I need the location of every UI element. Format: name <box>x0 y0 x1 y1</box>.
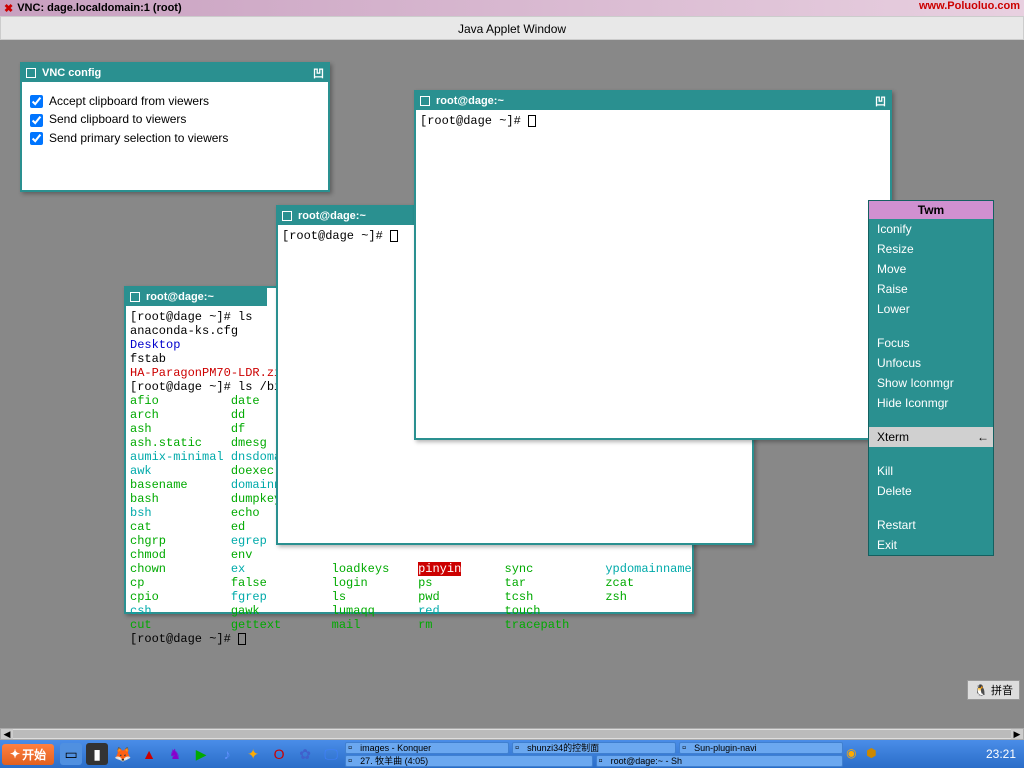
tray-icon[interactable]: ◉ <box>846 746 862 762</box>
twm-menu-item-hide-iconmgr[interactable]: Hide Iconmgr <box>869 393 993 413</box>
terminal1-titlebar[interactable]: root@dage:~ 凹 <box>416 92 890 110</box>
media-icon[interactable]: ▶ <box>190 743 212 765</box>
horizontal-scrollbar[interactable]: ◀ ▶ <box>0 728 1024 740</box>
terminal-window-1[interactable]: root@dage:~ 凹 [root@dage ~]# <box>414 90 892 440</box>
watermark: www.Poluoluo.com <box>919 0 1020 12</box>
display-icon[interactable]: 🖵 <box>320 743 342 765</box>
cursor <box>390 230 398 242</box>
start-button[interactable]: ✦ 开始 <box>2 744 54 765</box>
x-icon: ✖ <box>4 2 13 15</box>
twm-menu-item-restart[interactable]: Restart <box>869 515 993 535</box>
terminal1-title: root@dage:~ <box>436 95 504 107</box>
window-control-icon[interactable]: 凹 <box>313 65 324 81</box>
accept-clipboard-option[interactable]: Accept clipboard from viewers <box>30 94 320 108</box>
scroll-left-arrow[interactable]: ◀ <box>1 729 13 739</box>
applet-window-title: Java Applet Window <box>0 16 1024 40</box>
send-primary-checkbox[interactable] <box>30 132 43 145</box>
window-menu-icon[interactable] <box>282 211 292 221</box>
taskbar-task[interactable]: ▫27. 牧羊曲 (4:05) <box>345 755 593 767</box>
clock[interactable]: 23:21 <box>980 747 1022 761</box>
scroll-right-arrow[interactable]: ▶ <box>1011 729 1023 739</box>
terminal3-title: root@dage:~ <box>146 291 214 303</box>
window-menu-icon[interactable] <box>420 96 430 106</box>
vnc-config-window[interactable]: VNC config 凹 Accept clipboard from viewe… <box>20 62 330 192</box>
kde-icon[interactable]: ✿ <box>294 743 316 765</box>
konsole-icon[interactable]: ▮ <box>86 743 108 765</box>
accept-clipboard-checkbox[interactable] <box>30 95 43 108</box>
terminal2-titlebar[interactable]: root@dage:~ <box>278 207 419 225</box>
vnc-title: VNC: dage.localdomain:1 (root) <box>17 2 181 14</box>
terminal1-body[interactable]: [root@dage ~]# <box>416 110 890 132</box>
twm-menu-item-delete[interactable]: Delete <box>869 481 993 501</box>
task-list: ▫images - Konquer▫shunzi34的控制面▫Sun-plugi… <box>344 742 844 767</box>
vnc-config-titlebar[interactable]: VNC config 凹 <box>22 64 328 82</box>
music-icon[interactable]: ♪ <box>216 743 238 765</box>
window-menu-icon[interactable] <box>130 292 140 302</box>
send-clipboard-option[interactable]: Send clipboard to viewers <box>30 112 320 126</box>
window-control-icon[interactable]: 凹 <box>875 93 886 109</box>
twm-menu-item-focus[interactable]: Focus <box>869 333 993 353</box>
ime-indicator[interactable]: 🐧 拼音 <box>967 680 1020 700</box>
twm-menu-item-exit[interactable]: Exit <box>869 535 993 555</box>
terminal2-title: root@dage:~ <box>298 210 366 222</box>
taskbar-task[interactable]: ▫shunzi34的控制面 <box>512 742 676 754</box>
twm-menu[interactable]: Twm IconifyResizeMoveRaiseLower FocusUnfo… <box>868 200 994 556</box>
twm-menu-item-show-iconmgr[interactable]: Show Iconmgr <box>869 373 993 393</box>
twm-menu-item-move[interactable]: Move <box>869 259 993 279</box>
twm-menu-item-iconify[interactable]: Iconify <box>869 219 993 239</box>
taskbar-task[interactable]: ▫images - Konquer <box>345 742 509 754</box>
desktop-icon[interactable]: ▭ <box>60 743 82 765</box>
taskbar-task[interactable]: ▫root@dage:~ - Sh <box>596 755 844 767</box>
cursor <box>528 115 536 127</box>
firefox-icon[interactable]: 🦊 <box>112 743 134 765</box>
kde-taskbar[interactable]: ✦ 开始 ▭ ▮ 🦊 ▲ ♞ ▶ ♪ ✦ O ✿ 🖵 ▫images - Kon… <box>0 740 1024 768</box>
vnc-titlebar: ✖ VNC: dage.localdomain:1 (root) www.Pol… <box>0 0 1024 16</box>
app-icon-2[interactable]: ✦ <box>242 743 264 765</box>
twm-menu-item-xterm[interactable]: Xterm <box>869 427 993 447</box>
app-icon[interactable]: ♞ <box>164 743 186 765</box>
desktop-area[interactable]: VNC config 凹 Accept clipboard from viewe… <box>0 40 1024 728</box>
twm-menu-title: Twm <box>869 201 993 219</box>
opera-icon[interactable]: O <box>268 743 290 765</box>
terminal3-titlebar[interactable]: root@dage:~ <box>126 288 267 306</box>
send-clipboard-checkbox[interactable] <box>30 114 43 127</box>
twm-menu-item-raise[interactable]: Raise <box>869 279 993 299</box>
scrollbar-thumb[interactable] <box>13 730 1011 738</box>
send-primary-option[interactable]: Send primary selection to viewers <box>30 131 320 145</box>
twm-menu-item-lower[interactable]: Lower <box>869 299 993 319</box>
twm-menu-item-resize[interactable]: Resize <box>869 239 993 259</box>
twm-menu-item-kill[interactable]: Kill <box>869 461 993 481</box>
taskbar-task[interactable]: ▫Sun-plugin-navi <box>679 742 843 754</box>
pdf-icon[interactable]: ▲ <box>138 743 160 765</box>
twm-menu-item-unfocus[interactable]: Unfocus <box>869 353 993 373</box>
window-menu-icon[interactable] <box>26 68 36 78</box>
tray-icon[interactable]: ⬢ <box>866 746 882 762</box>
vnc-config-title: VNC config <box>42 67 101 79</box>
